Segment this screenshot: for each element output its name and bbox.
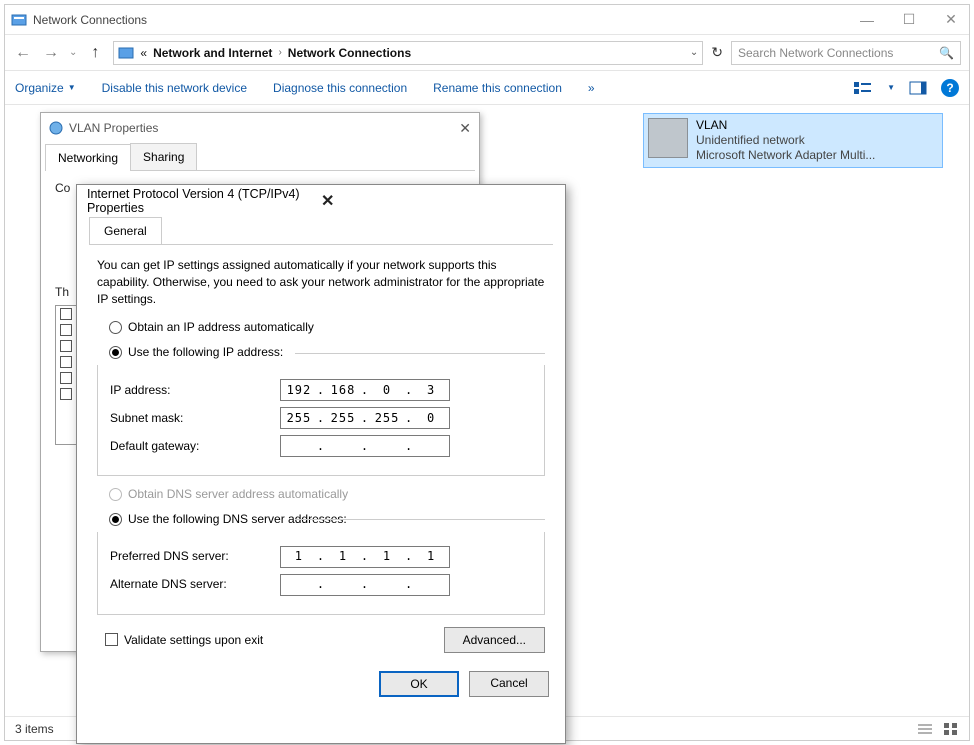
view-dropdown[interactable]: ▼: [887, 83, 895, 92]
subnet-mask-input[interactable]: 255. 255. 255. 0: [280, 407, 450, 429]
address-icon: [118, 45, 134, 61]
default-gateway-label: Default gateway:: [110, 438, 280, 455]
radio-use-dns[interactable]: Use the following DNS server addresses:: [109, 511, 545, 528]
window-icon: [11, 12, 27, 28]
ipv4-properties-dialog: Internet Protocol Version 4 (TCP/IPv4) P…: [76, 184, 566, 744]
details-view-icon[interactable]: [917, 722, 933, 736]
radio-obtain-dns: Obtain DNS server address automatically: [109, 486, 545, 503]
nav-forward-button[interactable]: →: [41, 44, 61, 62]
nav-history-dropdown[interactable]: ⌄: [69, 47, 77, 58]
titlebar: Network Connections — ☐ ✕: [5, 5, 969, 35]
large-icons-view-icon[interactable]: [943, 722, 959, 736]
preview-pane-icon[interactable]: [909, 81, 927, 95]
command-bar: Organize▼ Disable this network device Di…: [5, 71, 969, 105]
vlan-tabstrip: Networking Sharing: [45, 143, 475, 171]
navbar: ← → ⌄ ↑ « Network and Internet › Network…: [5, 35, 969, 71]
adapter-icon: [648, 118, 688, 158]
validate-label: Validate settings upon exit: [124, 632, 263, 649]
advanced-button[interactable]: Advanced...: [444, 627, 545, 654]
window-title: Network Connections: [33, 13, 855, 27]
ip-address-label: IP address:: [110, 382, 280, 399]
alternate-dns-input[interactable]: . . .: [280, 574, 450, 596]
adapter-item-vlan[interactable]: VLAN Unidentified network Microsoft Netw…: [643, 113, 943, 168]
more-commands[interactable]: »: [588, 81, 595, 95]
refresh-button[interactable]: ↻: [711, 44, 723, 61]
vlan-tab-networking[interactable]: Networking: [45, 144, 131, 171]
ip-address-input[interactable]: 192. 168. 0. 3: [280, 379, 450, 401]
maximize-button[interactable]: ☐: [897, 11, 921, 28]
radio-icon: [109, 346, 122, 359]
breadcrumb-2[interactable]: Network Connections: [288, 46, 411, 60]
vlan-dialog-close[interactable]: ✕: [459, 120, 471, 137]
nav-back-button[interactable]: ←: [13, 44, 33, 62]
close-button[interactable]: ✕: [939, 11, 963, 28]
status-item-count: 3 items: [15, 722, 54, 736]
help-icon[interactable]: ?: [941, 79, 959, 97]
search-icon[interactable]: 🔍: [939, 46, 954, 60]
alternate-dns-label: Alternate DNS server:: [110, 576, 280, 593]
vlan-dialog-titlebar: VLAN Properties ✕: [41, 113, 479, 143]
search-box[interactable]: Search Network Connections 🔍: [731, 41, 961, 65]
subnet-mask-label: Subnet mask:: [110, 410, 280, 427]
validate-checkbox[interactable]: [105, 633, 118, 646]
default-gateway-input[interactable]: . . .: [280, 435, 450, 457]
vlan-dialog-icon: [49, 121, 63, 135]
radio-icon: [109, 488, 122, 501]
preferred-dns-input[interactable]: 1. 1. 1. 1: [280, 546, 450, 568]
ipv4-close-button[interactable]: ✕: [321, 191, 555, 211]
view-options-icon[interactable]: [853, 81, 873, 95]
address-bar[interactable]: « Network and Internet › Network Connect…: [113, 41, 703, 65]
vlan-dialog-title: VLAN Properties: [69, 121, 453, 135]
adapter-device: Microsoft Network Adapter Multi...: [696, 148, 875, 163]
search-placeholder: Search Network Connections: [738, 46, 933, 60]
rename-command[interactable]: Rename this connection: [433, 81, 562, 95]
disable-device-command[interactable]: Disable this network device: [102, 81, 247, 95]
breadcrumb-1[interactable]: Network and Internet: [153, 46, 272, 60]
adapter-name: VLAN: [696, 118, 875, 133]
preferred-dns-label: Preferred DNS server:: [110, 548, 280, 565]
diagnose-command[interactable]: Diagnose this connection: [273, 81, 407, 95]
radio-icon: [109, 513, 122, 526]
cancel-button[interactable]: Cancel: [469, 671, 549, 697]
ipv4-title: Internet Protocol Version 4 (TCP/IPv4) P…: [87, 187, 321, 215]
radio-obtain-ip[interactable]: Obtain an IP address automatically: [109, 319, 545, 336]
address-dropdown[interactable]: ⌄: [690, 47, 698, 58]
organize-menu[interactable]: Organize▼: [15, 81, 76, 95]
vlan-tab-sharing[interactable]: Sharing: [130, 143, 197, 170]
breadcrumb-prefix: «: [140, 46, 147, 60]
radio-icon: [109, 321, 122, 334]
ipv4-tab-general[interactable]: General: [89, 217, 162, 244]
adapter-status: Unidentified network: [696, 133, 875, 148]
ipv4-description: You can get IP settings assigned automat…: [97, 257, 545, 307]
ok-button[interactable]: OK: [379, 671, 459, 697]
radio-use-ip[interactable]: Use the following IP address:: [109, 344, 545, 361]
minimize-button[interactable]: —: [855, 12, 879, 28]
ipv4-titlebar: Internet Protocol Version 4 (TCP/IPv4) P…: [77, 185, 565, 217]
nav-up-button[interactable]: ↑: [85, 44, 105, 62]
breadcrumb-sep: ›: [278, 47, 281, 58]
